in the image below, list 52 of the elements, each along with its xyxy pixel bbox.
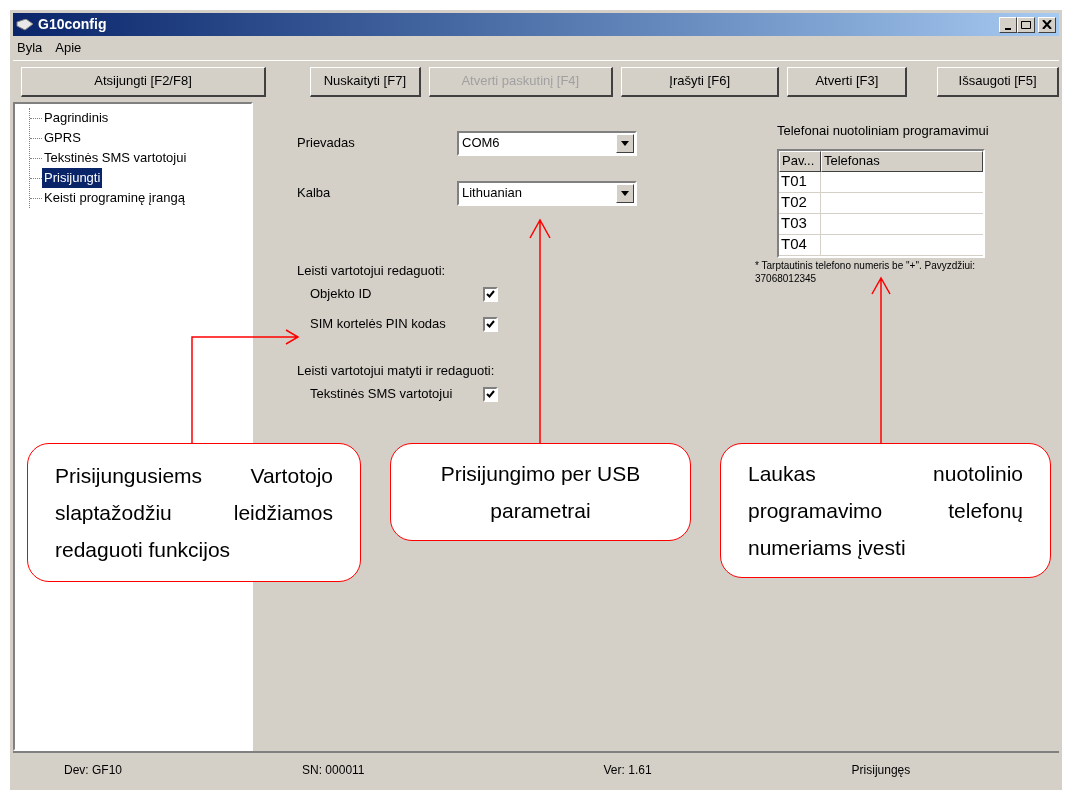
field-label: Kalba	[297, 184, 332, 203]
toolbar-button[interactable]: Nuskaityti [F7]	[310, 66, 421, 97]
menu-item[interactable]: Apie	[55, 38, 82, 58]
section-label: Leisti vartotojui redaguoti:	[297, 262, 447, 279]
caret-icon	[616, 183, 634, 203]
toolbar-button[interactable]: Atverti [F3]	[787, 66, 908, 97]
tree-item[interactable]: Pagrindinis	[42, 108, 111, 128]
dropdown[interactable]: COM6	[457, 130, 637, 156]
status-text: Prisijungęs	[851, 762, 911, 779]
status-text: SN: 000011	[302, 762, 365, 779]
phones-title: Telefonai nuotoliniam programavimui	[777, 122, 990, 140]
callout-text: Laukas nuotolinio programavimo telefonų numeriams įvesti	[748, 461, 1023, 561]
tree-item[interactable]: GPRS	[42, 128, 83, 148]
phone-note: * Tarptautinis telefono numeris be "+". Pavyzdžiui: 37068012345	[755, 258, 977, 285]
menu-item[interactable]: Byla	[17, 38, 43, 58]
status-text: Dev: GF10	[64, 762, 123, 779]
tree-item[interactable]: Keisti programinę įrangą	[42, 188, 187, 208]
table-cell: T03	[779, 213, 821, 234]
dropdown[interactable]: Lithuanian	[457, 180, 637, 206]
maximize-button[interactable]	[1017, 16, 1035, 33]
close-button[interactable]	[1038, 16, 1056, 33]
checkbox[interactable]	[483, 286, 498, 302]
section-label: Leisti vartotojui matyti ir redaguoti:	[297, 362, 496, 379]
app-icon	[16, 18, 34, 31]
table-cell: T04	[779, 234, 821, 255]
tree-item[interactable]: Tekstinės SMS vartotojui	[42, 148, 189, 168]
check-icon	[486, 390, 495, 398]
window-title: G10config	[38, 15, 108, 34]
callout-text: Prisijungimo per USB parametrai	[439, 461, 642, 524]
tree-item[interactable]: Prisijungti	[42, 168, 103, 188]
checkbox[interactable]	[483, 316, 498, 332]
toolbar-button[interactable]: Įrašyti [F6]	[620, 66, 780, 97]
column-header[interactable]: Pav...	[779, 150, 821, 172]
minimize-button[interactable]	[999, 16, 1017, 33]
check-icon	[486, 320, 495, 328]
caret-icon	[616, 133, 634, 153]
field-label: Prievadas	[297, 134, 356, 153]
column-header[interactable]: Telefonas	[821, 150, 983, 172]
option-label: SIM kortelės PIN kodas	[310, 315, 447, 334]
close-icon	[1042, 20, 1052, 29]
check-icon	[486, 290, 495, 298]
table-cell: T02	[779, 192, 821, 213]
minimize-icon	[1005, 27, 1011, 30]
maximize-icon	[1021, 20, 1031, 29]
toolbar-button[interactable]: Atsijungti [F2/F8]	[21, 66, 266, 97]
option-label: Tekstinės SMS vartotojui	[310, 385, 454, 404]
checkbox[interactable]	[483, 386, 498, 402]
toolbar-button[interactable]: Išsaugoti [F5]	[937, 66, 1059, 97]
callout-text: Prisijungusiems Vartotojo slaptažodžiu leidžiamos redaguoti funkcijos	[55, 463, 333, 563]
status-text: Ver: 1.61	[603, 762, 652, 779]
option-label: Objekto ID	[310, 285, 373, 304]
table-cell: T01	[779, 171, 821, 192]
